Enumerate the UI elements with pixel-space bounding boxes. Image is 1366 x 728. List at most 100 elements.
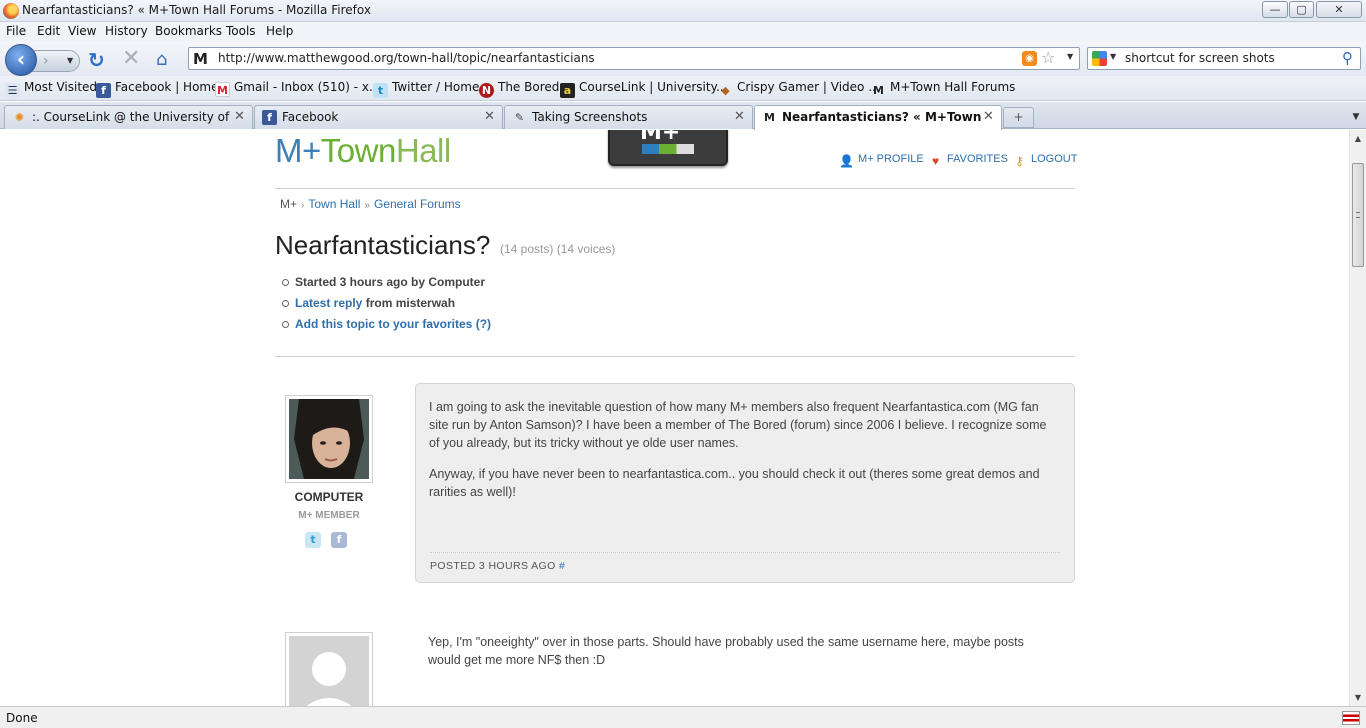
menu-file[interactable]: File (6, 24, 26, 38)
rss-feed-icon[interactable]: ◉ (1022, 51, 1037, 66)
search-input[interactable]: shortcut for screen shots (1125, 51, 1275, 65)
breadcrumb-general-forums[interactable]: General Forums (374, 197, 461, 211)
avatar[interactable] (285, 395, 373, 483)
search-bar[interactable]: ▼ shortcut for screen shots ⚲ (1087, 47, 1361, 70)
bookmark-mplus-town-hall[interactable]: M M+Town Hall Forums (871, 80, 1015, 98)
menu-help[interactable]: Help (266, 24, 293, 38)
url-bar[interactable]: M http://www.matthewgood.org/town-hall/t… (188, 47, 1080, 70)
cassette-stripe (642, 144, 694, 154)
avatar-photo (289, 399, 369, 479)
bookmark-star-icon[interactable]: ☆ (1041, 48, 1055, 67)
bookmark-twitter[interactable]: t Twitter / Home (373, 80, 479, 98)
favorites-link[interactable]: ♥ FAVORITES (928, 153, 1008, 168)
maximize-button[interactable]: ▢ (1289, 1, 1314, 18)
bookmark-most-visited[interactable]: ☰ Most Visited (5, 80, 97, 98)
post-permalink[interactable]: # (559, 560, 565, 572)
close-tab-icon[interactable]: ✕ (234, 109, 245, 124)
url-dropdown-icon[interactable]: ▼ (1067, 52, 1073, 61)
breadcrumb-town-hall[interactable]: Town Hall (308, 197, 360, 211)
scrollbar-thumb[interactable] (1352, 163, 1364, 267)
list-item: Started 3 hours ago by Computer (281, 275, 491, 296)
post-body: I am going to ask the inevitable questio… (415, 383, 1075, 583)
twitter-icon: t (373, 83, 388, 98)
url-text[interactable]: http://www.matthewgood.org/town-hall/top… (218, 51, 595, 65)
menu-view[interactable]: View (68, 24, 96, 38)
avatar[interactable] (285, 632, 373, 706)
new-tab-button[interactable]: + (1003, 107, 1034, 128)
home-icon[interactable]: ⌂ (156, 50, 167, 70)
tab-nearfantasticians[interactable]: M Nearfantasticians? « M+Town Hall... ✕ (754, 105, 1002, 130)
post-footer: POSTED 3 HOURS AGO # (430, 552, 1060, 572)
back-button[interactable]: ‹ (5, 44, 37, 76)
menu-bookmarks[interactable]: Bookmarks (155, 24, 222, 38)
tab-bar: ✺ :. CourseLink @ the University of Gu..… (0, 102, 1366, 130)
tab-courselink[interactable]: ✺ :. CourseLink @ the University of Gu..… (4, 105, 253, 129)
scroll-down-arrow-icon[interactable]: ▼ (1350, 689, 1366, 706)
search-engine-dropdown-icon[interactable]: ▼ (1110, 52, 1116, 61)
list-all-tabs-icon[interactable]: ▼ (1347, 107, 1365, 128)
topic-divider (275, 356, 1075, 357)
default-avatar-icon (289, 636, 369, 706)
logout-link[interactable]: ⚷ LOGOUT (1012, 153, 1077, 168)
site-favicon-icon: M (193, 50, 208, 68)
minimize-button[interactable]: — (1262, 1, 1288, 18)
facebook-icon: f (262, 110, 277, 125)
favorites-help-link[interactable]: (?) (476, 317, 491, 331)
latest-reply-link[interactable]: Latest reply (295, 296, 362, 310)
menu-history[interactable]: History (105, 24, 148, 38)
post-author-role: M+ MEMBER (298, 510, 360, 521)
window-titlebar: Nearfantasticians? « M+Town Hall Forums … (0, 0, 1366, 22)
tab-facebook[interactable]: f Facebook ✕ (254, 105, 503, 129)
post-text: Yep, I'm "oneeighty" over in those parts… (428, 635, 1024, 667)
flag-icon (1342, 711, 1360, 725)
courselink-icon: a (560, 83, 575, 98)
courselink-flower-icon: ✺ (14, 111, 25, 124)
heart-icon: ♥ (931, 154, 940, 168)
close-window-button[interactable]: ✕ (1316, 1, 1362, 18)
post-author-name[interactable]: COMPUTER (285, 490, 373, 504)
topic-title: Nearfantasticians? (275, 230, 491, 260)
twitter-icon[interactable]: t (305, 532, 321, 548)
status-text: Done (6, 711, 38, 725)
cassette-logo[interactable]: M+ (608, 130, 728, 166)
add-to-favorites-link[interactable]: Add this topic to your favorites (295, 317, 472, 331)
close-tab-icon[interactable]: ✕ (983, 109, 994, 124)
breadcrumb: M+ › Town Hall» General Forums (280, 197, 461, 211)
facebook-icon: f (96, 83, 111, 98)
site-logo[interactable]: M+TownHall (275, 132, 451, 170)
status-bar: Done (0, 706, 1366, 728)
bookmark-crispy-gamer[interactable]: ◆ Crispy Gamer | Video ... (718, 80, 879, 98)
mplus-icon: M (764, 111, 775, 124)
profile-link[interactable]: 👤 M+ PROFILE (839, 153, 924, 168)
bookmark-courselink[interactable]: a CourseLink | University... (560, 80, 727, 98)
topic-info-list: Started 3 hours ago by Computer Latest r… (281, 275, 491, 338)
close-tab-icon[interactable]: ✕ (484, 109, 495, 124)
reload-icon[interactable]: ↻ (88, 50, 105, 70)
scroll-up-arrow-icon[interactable]: ▲ (1350, 130, 1366, 147)
forward-arrow-icon: › (43, 53, 49, 69)
search-magnifier-icon[interactable]: ⚲ (1342, 49, 1353, 67)
mplus-icon: M (873, 84, 884, 97)
stop-icon[interactable]: ✕ (122, 48, 140, 70)
history-dropdown-icon[interactable]: ▼ (67, 51, 73, 71)
list-item: Latest reply from misterwah (281, 296, 491, 317)
google-search-engine-icon[interactable] (1092, 51, 1107, 66)
facebook-icon[interactable]: f (331, 532, 347, 548)
tab-taking-screenshots[interactable]: ✎ Taking Screenshots ✕ (504, 105, 753, 129)
header-divider (275, 188, 1075, 189)
bookmarks-toolbar: ☰ Most Visited f Facebook | Home M Gmail - … (0, 76, 1366, 101)
bookmark-gmail[interactable]: M Gmail - Inbox (510) - x... (215, 80, 380, 98)
web-page: M+TownHall M+ 👤 M+ PROFILE ♥ FAVORITES ⚷ LO… (0, 130, 1349, 706)
forward-button[interactable]: › ▼ (32, 50, 80, 72)
gmail-icon: M (215, 82, 230, 97)
bookmark-the-bored[interactable]: N The Bored (479, 80, 559, 98)
close-tab-icon[interactable]: ✕ (734, 109, 745, 124)
list-item: Add this topic to your favorites (?) (281, 317, 491, 338)
menu-edit[interactable]: Edit (37, 24, 60, 38)
topic-post-count: (14 posts) (14 voices) (500, 242, 616, 256)
grip-icon (1356, 212, 1360, 218)
bookmark-facebook[interactable]: f Facebook | Home (96, 80, 219, 98)
menu-tools[interactable]: Tools (226, 24, 256, 38)
page-scrollbar[interactable]: ▲ ▼ (1349, 130, 1366, 706)
wrench-icon: ✎ (514, 111, 525, 124)
